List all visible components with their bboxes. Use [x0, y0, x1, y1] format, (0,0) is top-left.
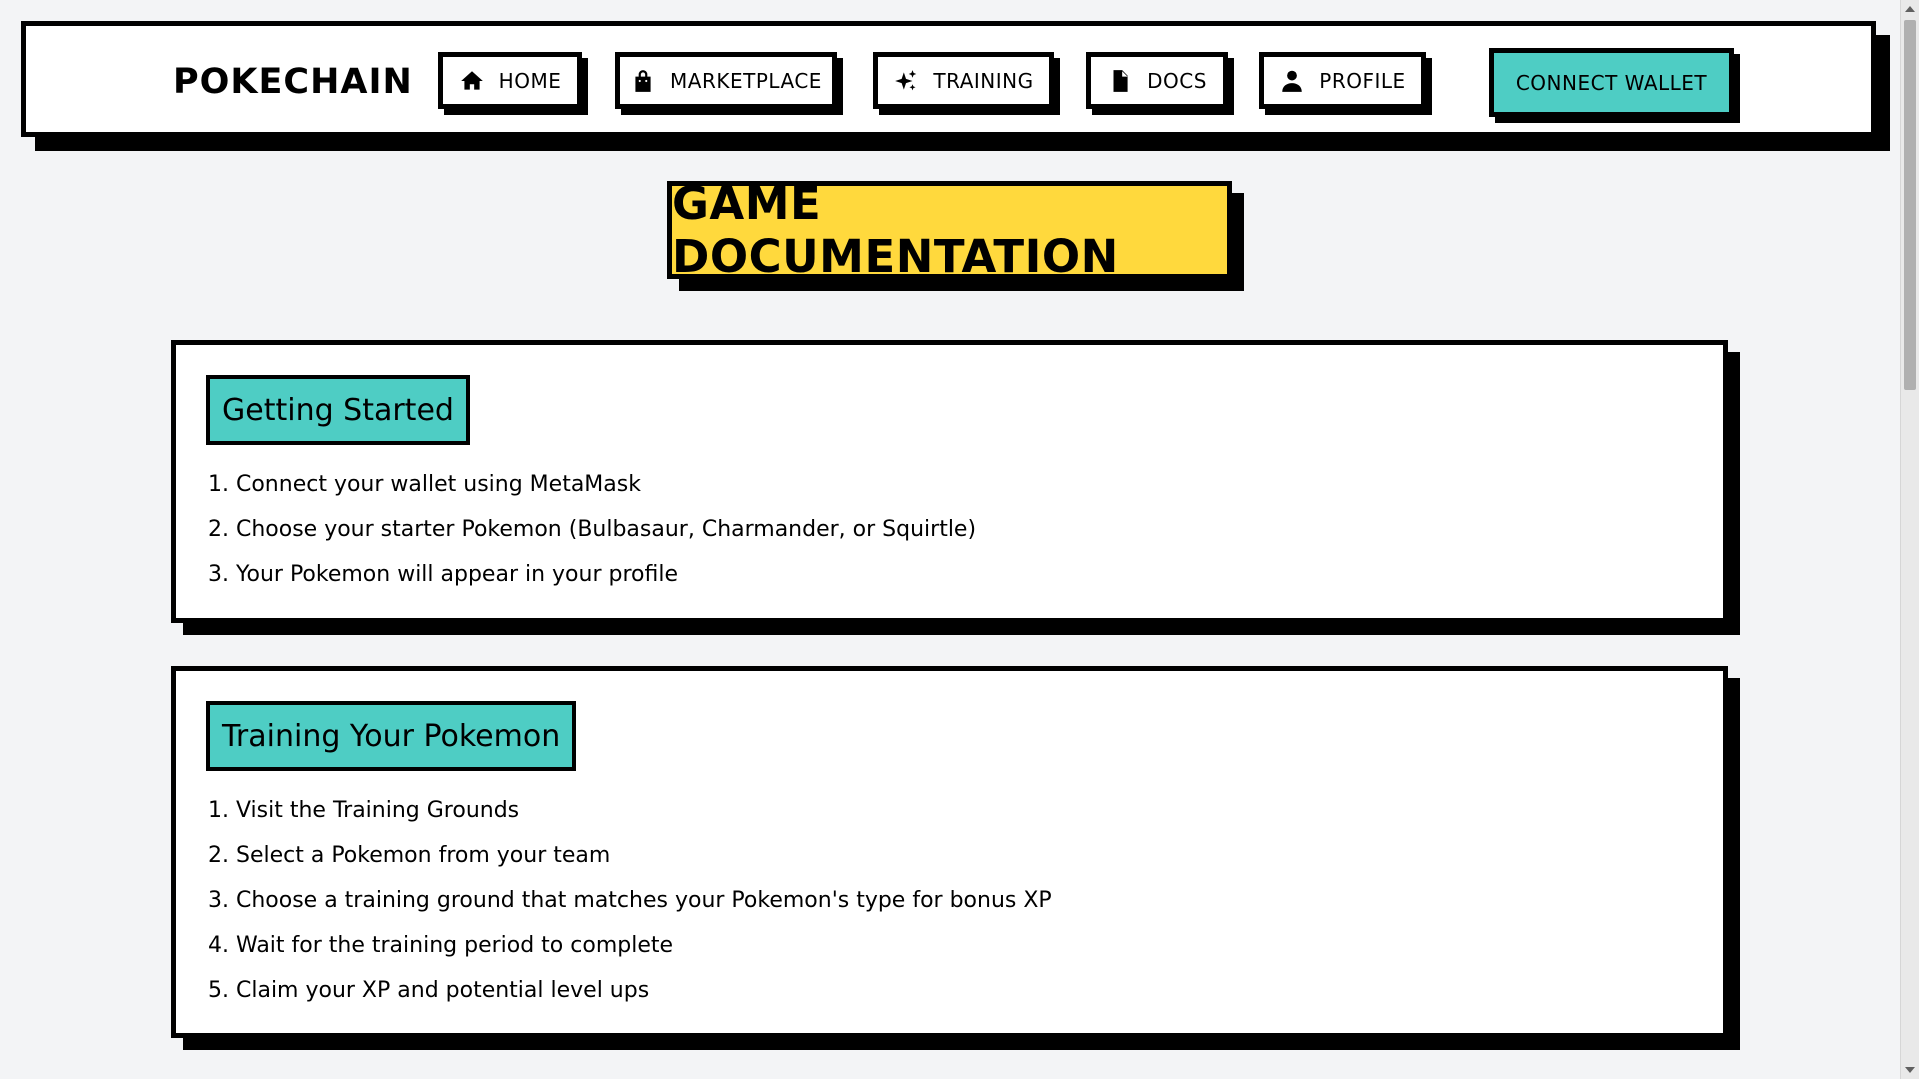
list-item: 2. Select a Pokemon from your team: [208, 843, 611, 868]
list-item: 3. Your Pokemon will appear in your prof…: [208, 562, 678, 587]
brand-logo-text[interactable]: POKECHAIN: [173, 62, 413, 102]
list-item: 5. Claim your XP and potential level ups: [208, 978, 650, 1003]
section-heading: Getting Started: [206, 375, 470, 445]
scroll-up-arrow-icon[interactable]: [1905, 6, 1915, 12]
section-training: Training Your Pokemon 1. Visit the Train…: [171, 666, 1728, 1038]
document-icon: [1107, 68, 1133, 94]
section-heading: Training Your Pokemon: [206, 701, 577, 771]
list-item: 2. Choose your starter Pokemon (Bulbasau…: [208, 517, 977, 542]
steps-list: 1. Connect your wallet using MetaMask 2.…: [208, 471, 976, 606]
connect-wallet-label: CONNECT WALLET: [1515, 70, 1708, 95]
list-item: 4. Wait for the training period to compl…: [208, 933, 674, 958]
scroll-down-arrow-icon[interactable]: [1905, 1067, 1915, 1073]
list-item: 3. Choose a training ground that matches…: [208, 888, 1052, 913]
connect-wallet-button[interactable]: CONNECT WALLET: [1489, 48, 1734, 117]
nav-training-label: TRAINING: [933, 68, 1034, 93]
section-getting-started: Getting Started 1. Connect your wallet u…: [171, 340, 1728, 623]
shopping-bag-icon: [630, 68, 656, 94]
list-item: 1. Visit the Training Grounds: [208, 798, 520, 823]
user-icon: [1279, 68, 1305, 94]
nav-profile-label: PROFILE: [1319, 68, 1406, 93]
nav-marketplace-button[interactable]: MARKETPLACE: [615, 52, 837, 109]
nav-docs-label: DOCS: [1147, 68, 1207, 93]
page-title-text: GAME DOCUMENTATION: [672, 177, 1119, 283]
vertical-scrollbar[interactable]: [1900, 0, 1919, 1079]
home-icon: [459, 68, 485, 94]
nav-training-button[interactable]: TRAINING: [873, 52, 1054, 109]
nav-home-label: HOME: [498, 68, 562, 93]
page: POKECHAIN HOME MARKETPLACE TRAINING DOCS: [0, 0, 1919, 1079]
top-navbar: POKECHAIN HOME MARKETPLACE TRAINING DOCS: [21, 21, 1876, 137]
nav-home-button[interactable]: HOME: [438, 52, 582, 109]
nav-marketplace-label: MARKETPLACE: [670, 68, 822, 93]
page-title: GAME DOCUMENTATION: [667, 177, 1232, 283]
scrollbar-thumb[interactable]: [1904, 20, 1916, 390]
nav-profile-button[interactable]: PROFILE: [1259, 52, 1426, 109]
steps-list: 1. Visit the Training Grounds 2. Select …: [208, 797, 1052, 1022]
list-item: 1. Connect your wallet using MetaMask: [208, 472, 641, 497]
nav-docs-button[interactable]: DOCS: [1086, 52, 1228, 109]
sparkles-icon: [893, 68, 919, 94]
